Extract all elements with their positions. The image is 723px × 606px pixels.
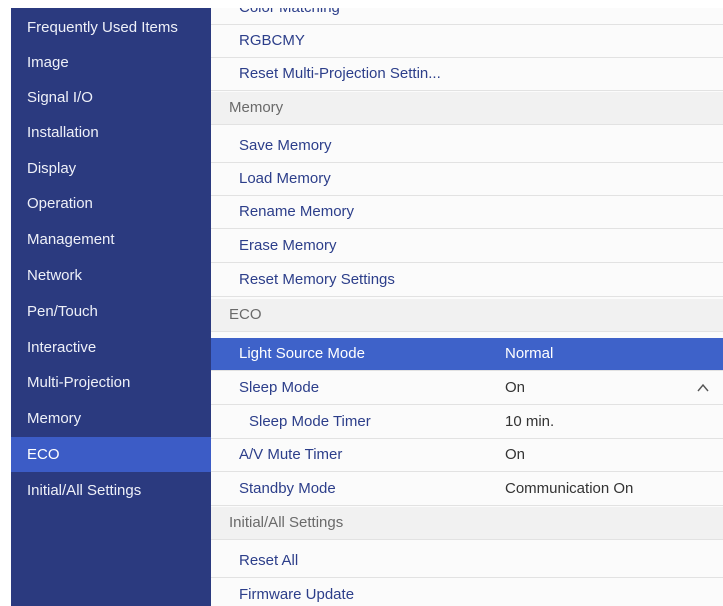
menu-item-reset-all[interactable]: Reset All <box>211 545 723 578</box>
sidebar-item-installation[interactable]: Installation <box>11 115 211 150</box>
menu-item-label: Rename Memory <box>239 203 355 220</box>
setting-sleep-mode[interactable]: Sleep Mode On <box>211 372 723 405</box>
menu-item-label: RGBCMY <box>239 32 305 49</box>
sidebar-item-initial-all-settings[interactable]: Initial/All Settings <box>11 473 211 508</box>
sidebar-item-interactive[interactable]: Interactive <box>11 330 211 365</box>
sidebar-item-frequently-used-items[interactable]: Frequently Used Items <box>11 10 211 45</box>
menu-item-color-matching[interactable]: Color Matching <box>211 8 723 25</box>
setting-sleep-mode-timer[interactable]: Sleep Mode Timer 10 min. <box>211 406 723 439</box>
setting-value: On <box>505 379 526 396</box>
section-title: ECO <box>229 306 262 323</box>
setting-av-mute-timer[interactable]: A/V Mute Timer On <box>211 439 723 472</box>
sidebar-item-signal-io[interactable]: Signal I/O <box>11 80 211 115</box>
projector-menu: Frequently Used Items Image Signal I/O I… <box>11 8 723 606</box>
setting-value: Communication On <box>505 480 634 497</box>
setting-label: A/V Mute Timer <box>239 446 343 463</box>
menu-item-firmware-update[interactable]: Firmware Update <box>211 579 723 606</box>
menu-item-label: Color Matching <box>239 8 340 24</box>
section-header-initial-all-settings: Initial/All Settings <box>211 507 723 540</box>
menu-item-load-memory[interactable]: Load Memory <box>211 163 723 196</box>
section-title: Initial/All Settings <box>229 514 344 531</box>
setting-label: Standby Mode <box>239 480 336 497</box>
section-title: Memory <box>229 99 284 116</box>
menu-item-label: Reset Memory Settings <box>239 271 395 288</box>
sidebar-item-image[interactable]: Image <box>11 45 211 80</box>
setting-standby-mode[interactable]: Standby Mode Communication On <box>211 473 723 506</box>
setting-label: Light Source Mode <box>239 345 365 362</box>
menu-item-label: Firmware Update <box>239 586 355 603</box>
menu-item-label: Load Memory <box>239 170 331 187</box>
setting-light-source-mode[interactable]: Light Source Mode Normal <box>211 338 723 371</box>
menu-item-label: Save Memory <box>239 137 332 154</box>
sidebar-item-operation[interactable]: Operation <box>11 186 211 221</box>
sidebar-item-memory[interactable]: Memory <box>11 401 211 436</box>
menu-item-rename-memory[interactable]: Rename Memory <box>211 196 723 229</box>
menu-item-reset-memory-settings[interactable]: Reset Memory Settings <box>211 264 723 297</box>
sidebar-item-management[interactable]: Management <box>11 222 211 257</box>
menu-item-save-memory[interactable]: Save Memory <box>211 130 723 163</box>
section-header-memory: Memory <box>211 92 723 125</box>
setting-label: Sleep Mode Timer <box>249 413 371 430</box>
sidebar-item-display[interactable]: Display <box>11 151 211 186</box>
menu-item-label: Reset All <box>239 552 299 569</box>
setting-label: Sleep Mode <box>239 379 320 396</box>
sidebar-item-network[interactable]: Network <box>11 258 211 293</box>
sidebar-item-eco[interactable]: ECO <box>11 437 211 472</box>
menu-item-label: Erase Memory <box>239 237 337 254</box>
sidebar-item-pen-touch[interactable]: Pen/Touch <box>11 294 211 329</box>
setting-value: Normal <box>505 345 554 362</box>
setting-value: 10 min. <box>505 413 555 430</box>
sidebar: Frequently Used Items Image Signal I/O I… <box>11 8 211 606</box>
sidebar-item-multi-projection[interactable]: Multi-Projection <box>11 365 211 400</box>
menu-item-label: Reset Multi-Projection Settin... <box>239 65 441 82</box>
settings-list: Color Matching RGBCMY Reset Multi-Projec… <box>211 8 723 606</box>
menu-item-reset-multi-projection[interactable]: Reset Multi-Projection Settin... <box>211 58 723 91</box>
section-header-eco: ECO <box>211 299 723 332</box>
menu-item-erase-memory[interactable]: Erase Memory <box>211 230 723 263</box>
setting-value: On <box>505 446 526 463</box>
menu-item-rgbcmy[interactable]: RGBCMY <box>211 25 723 58</box>
chevron-up-icon[interactable] <box>697 383 709 393</box>
